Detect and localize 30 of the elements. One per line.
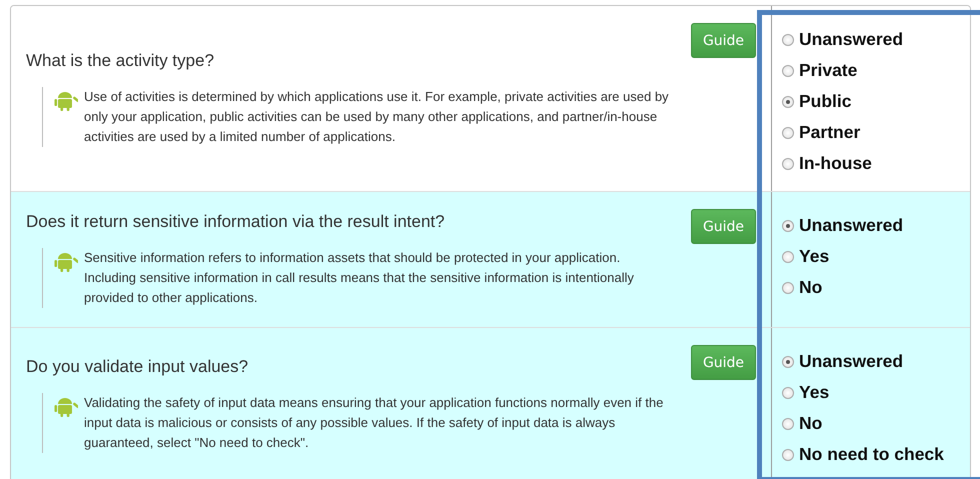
radio-option[interactable]: Private bbox=[782, 55, 858, 86]
radio-button[interactable] bbox=[782, 96, 794, 108]
radio-option[interactable]: Unanswered bbox=[782, 346, 904, 377]
radio-option[interactable]: Unanswered bbox=[782, 24, 904, 55]
question-text: What is the activity type? bbox=[26, 50, 216, 70]
radio-button[interactable] bbox=[782, 448, 794, 460]
question-text: Does it return sensitive information via the result intent? bbox=[26, 212, 446, 232]
radio-button[interactable] bbox=[782, 126, 794, 138]
radio-option[interactable]: In-house bbox=[782, 148, 872, 179]
question-text: Do you validate input values? bbox=[26, 357, 250, 377]
radio-option[interactable]: Yes bbox=[782, 377, 830, 408]
radio-button[interactable] bbox=[782, 250, 794, 262]
radio-button[interactable] bbox=[782, 356, 794, 368]
radio-button[interactable] bbox=[782, 158, 794, 170]
radio-option[interactable]: Unanswered bbox=[782, 210, 904, 241]
radio-option[interactable]: Yes bbox=[782, 241, 830, 272]
radio-option[interactable]: No bbox=[782, 408, 822, 439]
radio-button[interactable] bbox=[782, 220, 794, 232]
radio-button[interactable] bbox=[782, 34, 794, 46]
description-text: Sensitive information refers to information assets that should be protected in your application. Including sensitive information in call results means that the sensitive information is intentionally provided to other applications. bbox=[84, 248, 635, 307]
description-text: Use of activities is determined by which applications use it. For example, private activities are used by only your application, public activities can be used by many other applications, and partner/in-house activities are used by a limited number of applications. bbox=[84, 88, 669, 146]
description-text: Validating the safety of input data means ensuring that your application functions normally even if the input data is malicious or consists of any possible values. If the safety of input data is always guaranteed, select "No need to check". bbox=[84, 394, 664, 452]
radio-option[interactable]: Public bbox=[782, 86, 852, 117]
radio-option[interactable]: No bbox=[782, 272, 822, 303]
radio-button[interactable] bbox=[782, 386, 794, 398]
radio-option[interactable]: Partner bbox=[782, 117, 860, 148]
radio-button[interactable] bbox=[782, 418, 794, 430]
radio-option[interactable]: No need to check bbox=[782, 439, 944, 470]
radio-button[interactable] bbox=[782, 64, 794, 76]
radio-button[interactable] bbox=[782, 282, 794, 294]
